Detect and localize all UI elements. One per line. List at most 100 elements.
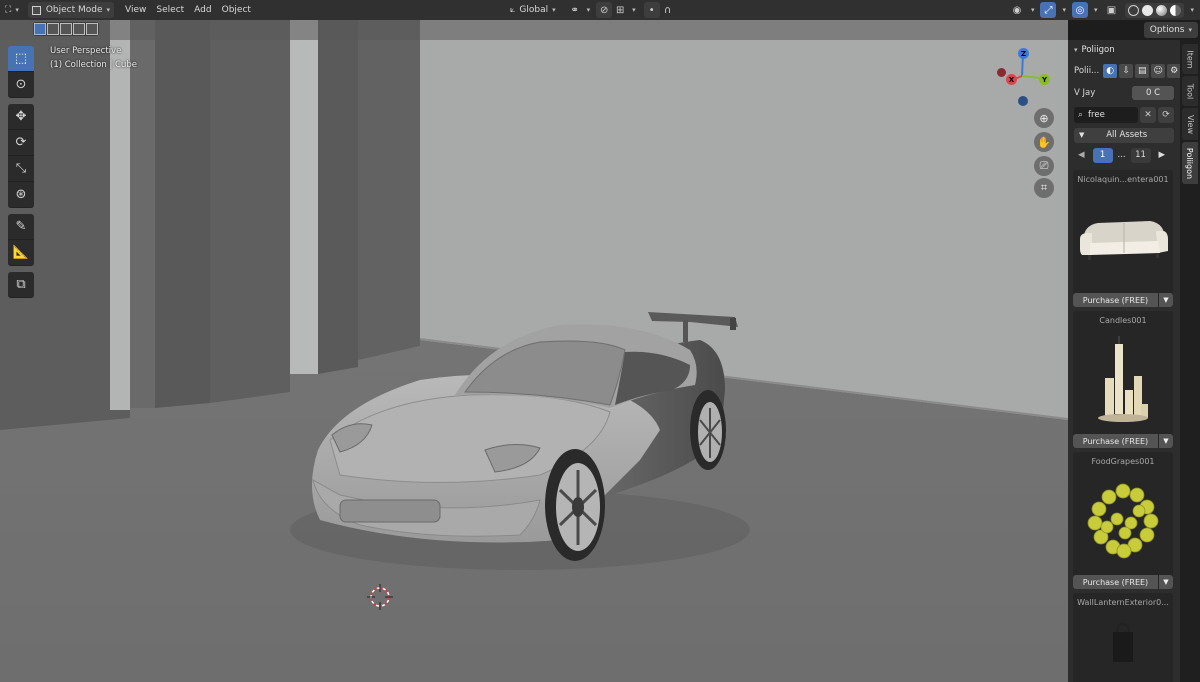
- camera-view-icon[interactable]: ⎚: [1034, 156, 1054, 176]
- chevron-down-icon: ▾: [632, 6, 636, 14]
- chevron-down-icon[interactable]: ▼: [1159, 293, 1173, 307]
- menu-object[interactable]: Object: [217, 2, 256, 18]
- asset-card: Candles001 Purchase (FREE) ▼: [1073, 311, 1173, 448]
- search-icon: ⌕: [1078, 110, 1084, 120]
- download-icon[interactable]: ⇩: [1119, 64, 1134, 78]
- zoom-icon[interactable]: ⊕: [1034, 108, 1054, 128]
- rotate-icon[interactable]: ⟳: [8, 130, 34, 156]
- gizmo-x-axis[interactable]: X: [1006, 74, 1017, 85]
- purchase-row: Purchase (FREE) ▼: [1073, 293, 1173, 307]
- category-row: ▼ All Assets: [1068, 126, 1180, 144]
- rendered-shading-icon[interactable]: [1170, 4, 1182, 16]
- falloff-curve-icon[interactable]: ∩: [660, 2, 676, 18]
- tab-tool[interactable]: Tool: [1182, 76, 1198, 106]
- solid-shading-icon[interactable]: [1142, 4, 1154, 16]
- add-cube-icon[interactable]: ⧉: [8, 272, 34, 298]
- library-icon[interactable]: ▤: [1135, 64, 1150, 78]
- user-name: V Jay: [1074, 88, 1096, 98]
- gizmo-neg-x[interactable]: [997, 68, 1006, 77]
- page-ellipsis: ...: [1117, 150, 1126, 160]
- select-new-icon[interactable]: [34, 23, 46, 35]
- select-box-icon[interactable]: ⬚: [8, 46, 34, 72]
- gizmo-toggle-icon[interactable]: ⤢: [1040, 2, 1057, 18]
- menu-add[interactable]: Add: [189, 2, 216, 18]
- chevron-down-icon: ▾: [1030, 6, 1035, 14]
- snap-toggle-icon[interactable]: ⊘: [596, 2, 613, 18]
- page-last[interactable]: 11: [1130, 147, 1151, 163]
- select-extend-icon[interactable]: [47, 23, 59, 35]
- annotate-icon[interactable]: ✎: [8, 214, 34, 240]
- tab-poliigon[interactable]: Poliigon: [1182, 142, 1198, 184]
- menu-view[interactable]: View: [120, 2, 151, 18]
- object-mode-icon: [31, 5, 41, 15]
- settings-gear-icon[interactable]: ⚙: [1167, 64, 1180, 78]
- poliigon-logo-icon[interactable]: ◐: [1103, 64, 1118, 78]
- proportional-edit-icon[interactable]: •: [643, 2, 660, 18]
- prev-page-icon[interactable]: ◀: [1074, 148, 1089, 163]
- asset-thumbnail[interactable]: [1073, 329, 1173, 431]
- purchase-button[interactable]: Purchase (FREE): [1073, 293, 1158, 307]
- collection-label: (1) Collection | Cube: [50, 60, 138, 70]
- purchase-button[interactable]: Purchase (FREE): [1073, 434, 1158, 448]
- menu-select[interactable]: Select: [151, 2, 189, 18]
- perspective-grid-icon[interactable]: ⌗: [1034, 178, 1054, 198]
- wireframe-shading-icon[interactable]: [1128, 4, 1140, 16]
- tab-item[interactable]: Item: [1182, 44, 1198, 74]
- scale-icon[interactable]: ⤡: [8, 156, 34, 182]
- xray-toggle-icon[interactable]: ▣: [1103, 2, 1119, 18]
- gizmo-z-axis[interactable]: Z: [1018, 48, 1029, 59]
- object-mode-dropdown[interactable]: Object Mode ▾: [27, 2, 115, 18]
- transform-icon[interactable]: ⊛: [8, 182, 34, 208]
- category-label: All Assets: [1106, 130, 1148, 140]
- tab-label: Tool: [1185, 83, 1195, 99]
- editor-type-button[interactable]: ⛶ ▾: [0, 2, 24, 18]
- chevron-down-icon: ▾: [15, 6, 19, 14]
- credits-field[interactable]: 0 C: [1132, 86, 1174, 100]
- orientation-icon: ⟀: [510, 5, 516, 15]
- measure-icon[interactable]: 📐: [8, 240, 34, 266]
- select-intersect-icon[interactable]: [86, 23, 98, 35]
- viewport-header: ⛶ ▾ Object Mode ▾ View Select Add Object …: [0, 0, 1200, 20]
- options-dropdown[interactable]: Options ▾: [1143, 22, 1198, 38]
- transform-orientation-dropdown[interactable]: ⟀ Global ▾: [505, 2, 561, 18]
- pan-hand-icon[interactable]: ✋: [1034, 132, 1054, 152]
- next-page-icon[interactable]: ▶: [1155, 148, 1170, 163]
- tab-view[interactable]: View: [1182, 108, 1198, 140]
- lantern-thumbnail-icon: [1113, 622, 1133, 662]
- page-current[interactable]: 1: [1092, 147, 1113, 163]
- pivot-point-icon[interactable]: ⚭: [567, 2, 583, 18]
- asset-card: WallLanternExterior0...: [1073, 593, 1173, 682]
- category-dropdown[interactable]: ▼ All Assets: [1074, 127, 1174, 143]
- gizmo-y-axis[interactable]: Y: [1039, 74, 1050, 85]
- panel-header[interactable]: ▾ Poliigon: [1068, 40, 1180, 60]
- asset-name: FoodGrapes001: [1091, 456, 1155, 466]
- asset-thumbnail[interactable]: [1073, 611, 1173, 682]
- gizmo-neg-z[interactable]: [1018, 96, 1028, 106]
- material-shading-icon[interactable]: [1156, 4, 1168, 16]
- asset-search-input[interactable]: ⌕ free: [1074, 107, 1138, 123]
- asset-name: WallLanternExterior0...: [1077, 597, 1169, 607]
- overlays-toggle-icon[interactable]: ◎: [1071, 2, 1088, 18]
- select-invert-icon[interactable]: [73, 23, 85, 35]
- object-mode-label: Object Mode: [45, 5, 103, 15]
- move-icon[interactable]: ✥: [8, 104, 34, 130]
- pagination: ◀ 1 ... 11 ▶: [1068, 144, 1180, 166]
- purchase-row: Purchase (FREE) ▼: [1073, 575, 1173, 589]
- options-label: Options: [1149, 25, 1185, 35]
- cursor-icon[interactable]: ⊙: [8, 72, 34, 98]
- snap-target-icon[interactable]: ⊞: [612, 2, 628, 18]
- asset-thumbnail[interactable]: [1073, 470, 1173, 572]
- chevron-down-icon[interactable]: ▼: [1159, 434, 1173, 448]
- chevron-down-icon[interactable]: ▼: [1159, 575, 1173, 589]
- chevron-down-icon: ▾: [552, 6, 556, 14]
- clear-search-icon[interactable]: ✕: [1140, 107, 1156, 123]
- asset-thumbnail[interactable]: [1073, 188, 1173, 290]
- purchase-button[interactable]: Purchase (FREE): [1073, 575, 1158, 589]
- refresh-icon[interactable]: ⟳: [1158, 107, 1174, 123]
- user-icon[interactable]: ☺: [1151, 64, 1166, 78]
- visibility-eye-icon[interactable]: ◉: [1009, 2, 1025, 18]
- select-subtract-icon[interactable]: [60, 23, 72, 35]
- selection-mode-group: [33, 22, 99, 36]
- sidebar-tabs: Item Tool View Poliigon: [1180, 40, 1200, 682]
- 3d-viewport[interactable]: User Perspective (1) Collection | Cube Z…: [0, 20, 1068, 682]
